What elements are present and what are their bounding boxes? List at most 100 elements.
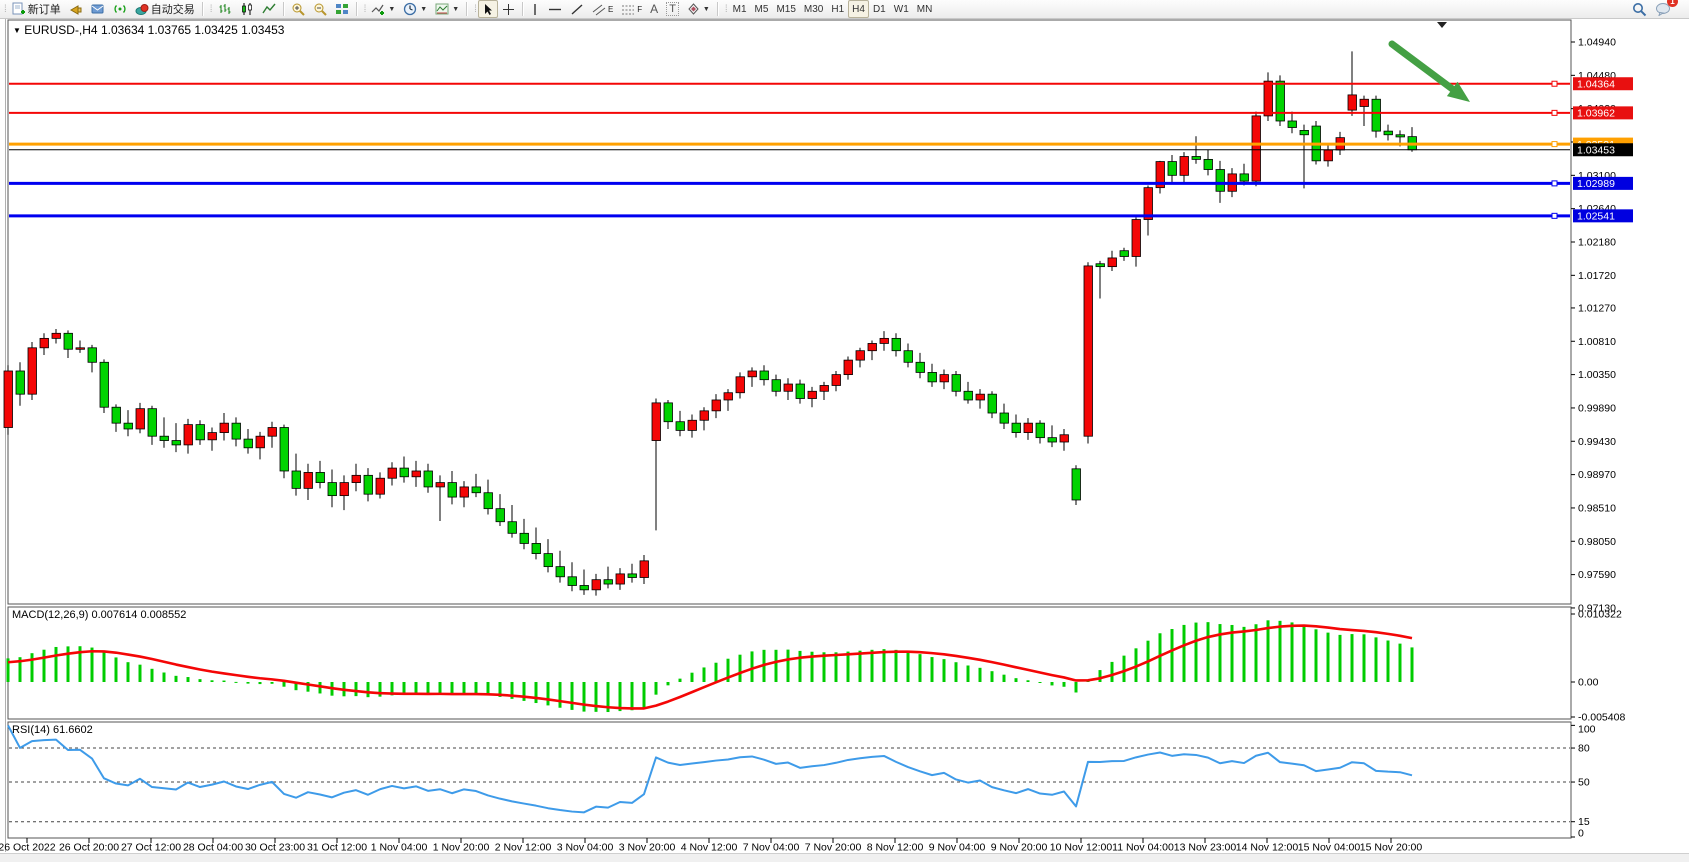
new-order-icon	[12, 2, 26, 16]
time-tick-label: 4 Nov 12:00	[681, 842, 738, 854]
bear-candle	[1072, 469, 1081, 500]
signals-button[interactable]	[109, 0, 131, 18]
line-handle[interactable]	[1552, 181, 1557, 186]
search-button[interactable]	[1628, 0, 1651, 18]
toolbar-separator	[466, 2, 467, 16]
clock-icon	[403, 2, 417, 16]
horizontal-line-tool-button[interactable]	[544, 0, 566, 18]
indicators-dropdown[interactable]: ▼	[367, 0, 399, 18]
price-tick-label: 0.97590	[1578, 569, 1616, 581]
bear-candle	[556, 567, 565, 577]
toolbar-separator	[283, 2, 284, 16]
arrows-tool-dropdown[interactable]: ▼	[683, 0, 714, 18]
price-tick-label: 1.04940	[1578, 37, 1616, 49]
line-handle[interactable]	[1552, 110, 1557, 115]
time-tick-label: 15 Nov 04:00	[1298, 842, 1361, 854]
chart-ohlc-values: 1.03634 1.03765 1.03425 1.03453	[101, 23, 285, 37]
bear-candle	[1300, 130, 1309, 134]
macd-bar	[1399, 644, 1402, 682]
timeframe-mn-button[interactable]: MN	[913, 0, 937, 18]
macd-bar	[451, 682, 454, 695]
bear-candle	[328, 483, 337, 496]
zoom-in-button[interactable]	[287, 0, 309, 18]
bull-candle	[844, 360, 853, 374]
macd-bar	[1243, 627, 1246, 682]
alerts-button[interactable]	[65, 0, 87, 18]
signal-icon	[113, 2, 127, 16]
zoom-out-button[interactable]	[309, 0, 331, 18]
macd-bar	[1375, 637, 1378, 682]
chart-canvas[interactable]: 1.049401.044801.040201.035601.031001.026…	[0, 0, 1689, 861]
line-handle[interactable]	[1552, 142, 1557, 147]
bear-candle	[100, 362, 109, 407]
timeframe-h4-button[interactable]: H4	[848, 0, 869, 18]
macd-bar	[211, 680, 214, 682]
macd-bar	[991, 671, 994, 682]
price-tick-label: 0.98510	[1578, 502, 1616, 514]
bear-candle	[892, 338, 901, 350]
notification-count-badge: 1	[1667, 0, 1678, 7]
price-tick-label: 1.01720	[1578, 270, 1616, 282]
vertical-line-tool-button[interactable]	[526, 0, 544, 18]
timeframe-h1-button[interactable]: H1	[827, 0, 848, 18]
tile-windows-button[interactable]	[331, 0, 353, 18]
chevron-down-icon: ▼	[388, 6, 395, 13]
bull-candle	[592, 580, 601, 590]
macd-bar	[583, 682, 586, 712]
timeframe-m1-button[interactable]: M1	[729, 0, 751, 18]
crosshair-tool-button[interactable]	[498, 0, 519, 18]
mailbox-button[interactable]	[87, 0, 109, 18]
timeframe-m5-button[interactable]: M5	[751, 0, 773, 18]
text-label-tool-button[interactable]: T	[662, 0, 683, 18]
trendline-icon	[570, 3, 584, 16]
line-chart-button[interactable]	[258, 0, 280, 18]
time-tick-label: 27 Oct 12:00	[121, 842, 181, 854]
bull-candle	[712, 400, 721, 411]
bear-candle	[904, 351, 913, 363]
macd-bar	[1219, 624, 1222, 682]
candlestick-chart-button[interactable]	[236, 0, 258, 18]
rsi-indicator-label: RSI(14) 61.6602	[12, 724, 93, 736]
macd-bar	[235, 682, 238, 683]
macd-bar	[1411, 647, 1414, 682]
chevron-down-icon: ▼	[420, 6, 427, 13]
timeframe-w1-button[interactable]: W1	[890, 0, 913, 18]
bull-candle	[1264, 81, 1273, 116]
price-tick-label: 1.00810	[1578, 336, 1616, 348]
trendline-tool-button[interactable]	[566, 0, 588, 18]
bear-candle	[280, 428, 289, 471]
line-handle[interactable]	[1552, 81, 1557, 86]
auto-trading-button[interactable]: 自动交易	[131, 0, 199, 18]
templates-dropdown[interactable]: ▼	[431, 0, 463, 18]
new-order-button[interactable]: 新订单	[8, 0, 65, 18]
macd-main-value: 0.007614	[91, 609, 137, 621]
channel-letter: E	[608, 5, 613, 14]
bear-candle	[364, 475, 373, 494]
timeframe-m15-button[interactable]: M15	[772, 0, 799, 18]
macd-bar	[631, 682, 634, 710]
bear-candle	[448, 483, 457, 497]
macd-bar	[199, 679, 202, 682]
timeframe-d1-button[interactable]: D1	[869, 0, 890, 18]
notifications-button[interactable]: 1	[1651, 0, 1675, 18]
main-toolbar: ⁞ 新订单 自动交易 ⁞ ⁞ ▼ ▼	[0, 0, 1689, 19]
periods-dropdown[interactable]: ▼	[399, 0, 431, 18]
fibonacci-tool-button[interactable]: F	[617, 0, 646, 18]
macd-bar	[679, 679, 682, 682]
macd-signal-value: 0.008552	[140, 609, 186, 621]
timeframe-m30-button[interactable]: M30	[800, 0, 827, 18]
bull-candle	[856, 351, 865, 360]
macd-bar	[163, 673, 166, 682]
macd-bar	[1351, 634, 1354, 682]
cursor-tool-button[interactable]	[478, 0, 498, 18]
bull-candle	[1252, 116, 1261, 181]
bear-candle	[484, 493, 493, 509]
time-tick-label: 9 Nov 20:00	[991, 842, 1048, 854]
equidistant-channel-tool-button[interactable]: E	[588, 0, 617, 18]
new-order-label: 新订单	[28, 1, 61, 17]
bar-chart-button[interactable]	[214, 0, 236, 18]
bull-candle	[376, 478, 385, 494]
toolbar-grip: ⁞	[210, 4, 212, 15]
line-handle[interactable]	[1552, 213, 1557, 218]
text-tool-button[interactable]: A	[646, 0, 662, 18]
